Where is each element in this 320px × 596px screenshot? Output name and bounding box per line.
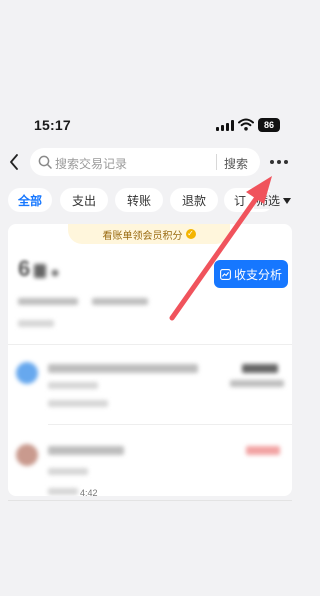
transaction-avatar [16, 362, 38, 384]
wifi-icon [238, 118, 254, 131]
income-expense-analysis-button[interactable]: 收支分析 [214, 260, 288, 288]
search-button[interactable]: 搜索 [224, 155, 248, 172]
analysis-button-label: 收支分析 [233, 267, 282, 282]
status-time: 15:17 [34, 117, 71, 133]
battery-indicator: 86 [258, 118, 280, 132]
divider [8, 344, 292, 345]
filter-button[interactable]: 筛选 [254, 192, 292, 209]
nav-bar: 搜索交易记录 搜索 [0, 146, 300, 178]
transaction-avatar [16, 444, 38, 466]
promo-text: 看账单领会员积分 [102, 230, 183, 242]
filter-label: 筛选 [256, 194, 281, 208]
tab-all[interactable]: 全部 [8, 188, 52, 212]
search-input[interactable]: 搜索交易记录 搜索 [30, 148, 260, 176]
back-arrow-icon[interactable] [8, 154, 20, 170]
search-placeholder: 搜索交易记录 [55, 157, 128, 171]
summary-month: 6 [18, 256, 31, 281]
caret-down-icon [283, 198, 292, 204]
coin-icon: ✓ [185, 229, 196, 239]
divider [48, 424, 292, 425]
signal-icon [216, 120, 234, 131]
tab-expense[interactable]: 支出 [60, 188, 108, 212]
bottom-divider [8, 500, 292, 501]
search-divider [216, 154, 217, 170]
bill-card: 看账单领会员积分 ✓ 6 收支分析 4:42 [8, 224, 292, 496]
more-options-icon[interactable] [270, 160, 288, 164]
analysis-chart-icon [220, 268, 231, 280]
promo-banner[interactable]: 看账单领会员积分 ✓ [68, 224, 230, 244]
tab-transfer[interactable]: 转账 [115, 188, 163, 212]
transaction-time: 4:42 [80, 488, 98, 496]
search-icon [38, 155, 52, 169]
filter-tabs: 全部 支出 转账 退款 订 筛选 [0, 188, 300, 214]
status-bar: 15:17 86 [0, 114, 300, 138]
tab-refund[interactable]: 退款 [170, 188, 218, 212]
